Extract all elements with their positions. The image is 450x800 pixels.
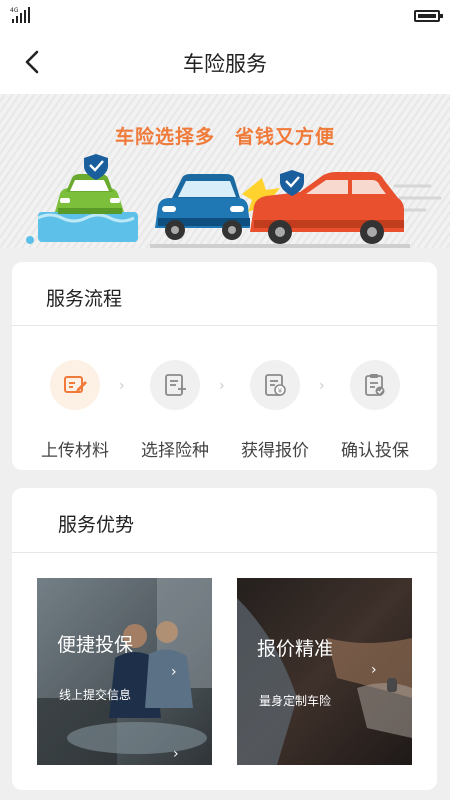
step-label: 确认投保 bbox=[341, 441, 409, 461]
advantage-subtitle: 量身定制车险 bbox=[259, 694, 332, 708]
chevron-right-icon: › bbox=[319, 378, 325, 394]
clipboard-check-icon bbox=[350, 360, 400, 410]
advantage-title: 报价精准 bbox=[257, 638, 334, 660]
divider bbox=[12, 552, 437, 553]
step-label: 获得报价 bbox=[241, 441, 309, 461]
status-bar: 4G bbox=[0, 0, 450, 30]
step-confirm-insure[interactable]: 确认投保 bbox=[335, 360, 415, 461]
signal-icon: 4G bbox=[10, 7, 30, 23]
service-process-title: 服务流程 bbox=[46, 288, 123, 310]
edit-document-icon bbox=[50, 360, 100, 410]
banner-slogan: 车险选择多 省钱又方便 bbox=[0, 122, 450, 149]
handshake-photo bbox=[237, 578, 412, 765]
svg-text:4G: 4G bbox=[10, 7, 19, 14]
slogan-left: 车险选择多 bbox=[114, 126, 215, 148]
page-title: 车险服务 bbox=[183, 52, 267, 76]
divider bbox=[12, 325, 437, 326]
step-get-quote[interactable]: ¥ 获得报价 bbox=[235, 360, 315, 461]
advantage-card-convenient[interactable]: 便捷投保 线上提交信息 › › bbox=[37, 578, 212, 765]
document-add-icon bbox=[150, 360, 200, 410]
banner-illustration bbox=[26, 154, 442, 248]
chevron-right-icon: › bbox=[119, 378, 125, 394]
nav-bar: 车险服务 bbox=[0, 30, 450, 94]
document-price-icon: ¥ bbox=[250, 360, 300, 410]
slogan-right: 省钱又方便 bbox=[235, 126, 336, 148]
office-meeting-photo bbox=[37, 578, 212, 765]
chevron-right-icon: › bbox=[371, 662, 377, 678]
step-label: 上传材料 bbox=[41, 441, 109, 461]
battery-icon bbox=[414, 10, 443, 22]
step-select-insurance[interactable]: 选择险种 bbox=[135, 360, 215, 461]
step-upload-material[interactable]: 上传材料 bbox=[35, 360, 115, 461]
banner[interactable] bbox=[0, 94, 450, 248]
step-label: 选择险种 bbox=[141, 441, 209, 461]
svg-text:¥: ¥ bbox=[278, 387, 283, 395]
chevron-right-icon: › bbox=[173, 746, 179, 762]
advantage-title: 便捷投保 bbox=[57, 634, 134, 656]
service-advantages-title: 服务优势 bbox=[58, 514, 135, 536]
chevron-right-icon: › bbox=[219, 378, 225, 394]
advantage-subtitle: 线上提交信息 bbox=[59, 688, 132, 702]
advantage-card-accurate[interactable]: 报价精准 量身定制车险 › bbox=[237, 578, 412, 765]
chevron-right-icon: › bbox=[171, 664, 177, 680]
